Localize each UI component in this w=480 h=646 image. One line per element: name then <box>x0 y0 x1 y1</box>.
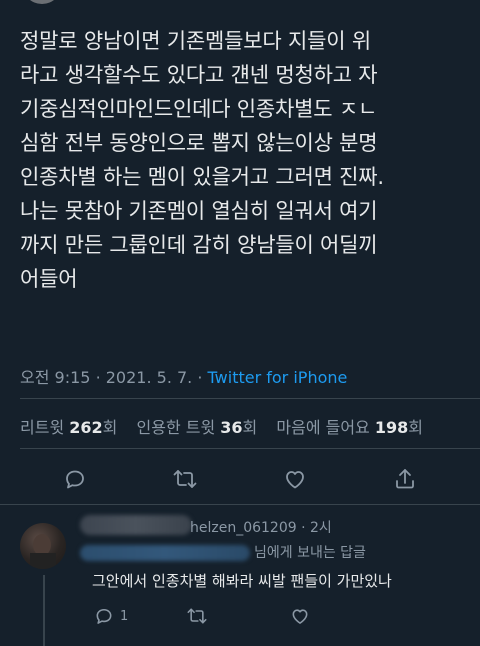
reply-icon[interactable] <box>62 466 88 492</box>
likes-label: 마음에 들어요 <box>276 418 370 437</box>
reply-icon <box>96 608 112 624</box>
tweet-author-avatar[interactable] <box>22 0 62 4</box>
reply-reply-button[interactable]: 1 <box>94 606 128 626</box>
tweet-text: 정말로 양남이면 기존멤들보다 지들이 위 라고 생각할수도 있다고 걘넨 멍청… <box>20 29 384 291</box>
tweet-meta: 오전 9:15 · 2021. 5. 7. · Twitter for iPho… <box>20 364 347 388</box>
retweets-unit: 회 <box>102 418 118 437</box>
retweet-icon[interactable] <box>172 466 198 492</box>
share-icon[interactable] <box>392 466 418 492</box>
redacted-mention[interactable] <box>80 545 250 561</box>
quotes-count: 36 <box>220 418 243 437</box>
tweet-action-bar <box>0 466 480 494</box>
replying-to-suffix: 님에게 보내는 답글 <box>254 545 366 561</box>
reply-tweet[interactable]: helzen_061209 · 2시 님에게 보내는 답글 그안에서 인종차별 … <box>0 505 480 646</box>
quotes-unit: 회 <box>242 418 258 437</box>
tweet-source-link[interactable]: Twitter for iPhone <box>208 368 348 387</box>
reply-like-button[interactable] <box>290 606 310 626</box>
reply-count: 1 <box>120 608 129 624</box>
reply-handle[interactable]: helzen_061209 · 2시 <box>190 517 332 537</box>
tweet-stats: 리트윗 262회 인용한 트윗 36회 마음에 들어요 198회 <box>20 414 437 438</box>
retweets-label: 리트윗 <box>20 418 65 437</box>
like-icon[interactable] <box>282 466 308 492</box>
tweet-time: 오전 9:15 <box>20 368 91 387</box>
reply-author-avatar[interactable] <box>20 523 66 569</box>
likes-count: 198 <box>374 418 409 437</box>
retweets-stat[interactable]: 리트윗 262회 <box>20 418 123 437</box>
reply-retweet-button[interactable] <box>186 606 208 626</box>
retweets-count: 262 <box>69 418 103 437</box>
divider <box>20 448 480 449</box>
reply-action-bar: 1 <box>94 606 394 628</box>
redacted-author-name[interactable] <box>80 515 192 535</box>
quotes-label: 인용한 트윗 <box>136 418 216 437</box>
reply-text: 그안에서 인종차별 해봐라 씨발 팬들이 가만있나 <box>92 572 392 590</box>
meta-separator: · <box>197 368 203 387</box>
divider <box>20 398 480 399</box>
tweet-date[interactable]: 2021. 5. 7. <box>106 368 193 387</box>
replying-to: 님에게 보내는 답글 <box>80 542 366 562</box>
like-icon <box>292 609 308 624</box>
likes-stat[interactable]: 마음에 들어요 198회 <box>276 418 423 437</box>
thread-line <box>43 575 45 646</box>
likes-unit: 회 <box>408 418 424 437</box>
retweet-icon <box>187 608 207 624</box>
meta-separator: · <box>95 368 101 387</box>
quotes-stat[interactable]: 인용한 트윗 36회 <box>137 418 263 437</box>
